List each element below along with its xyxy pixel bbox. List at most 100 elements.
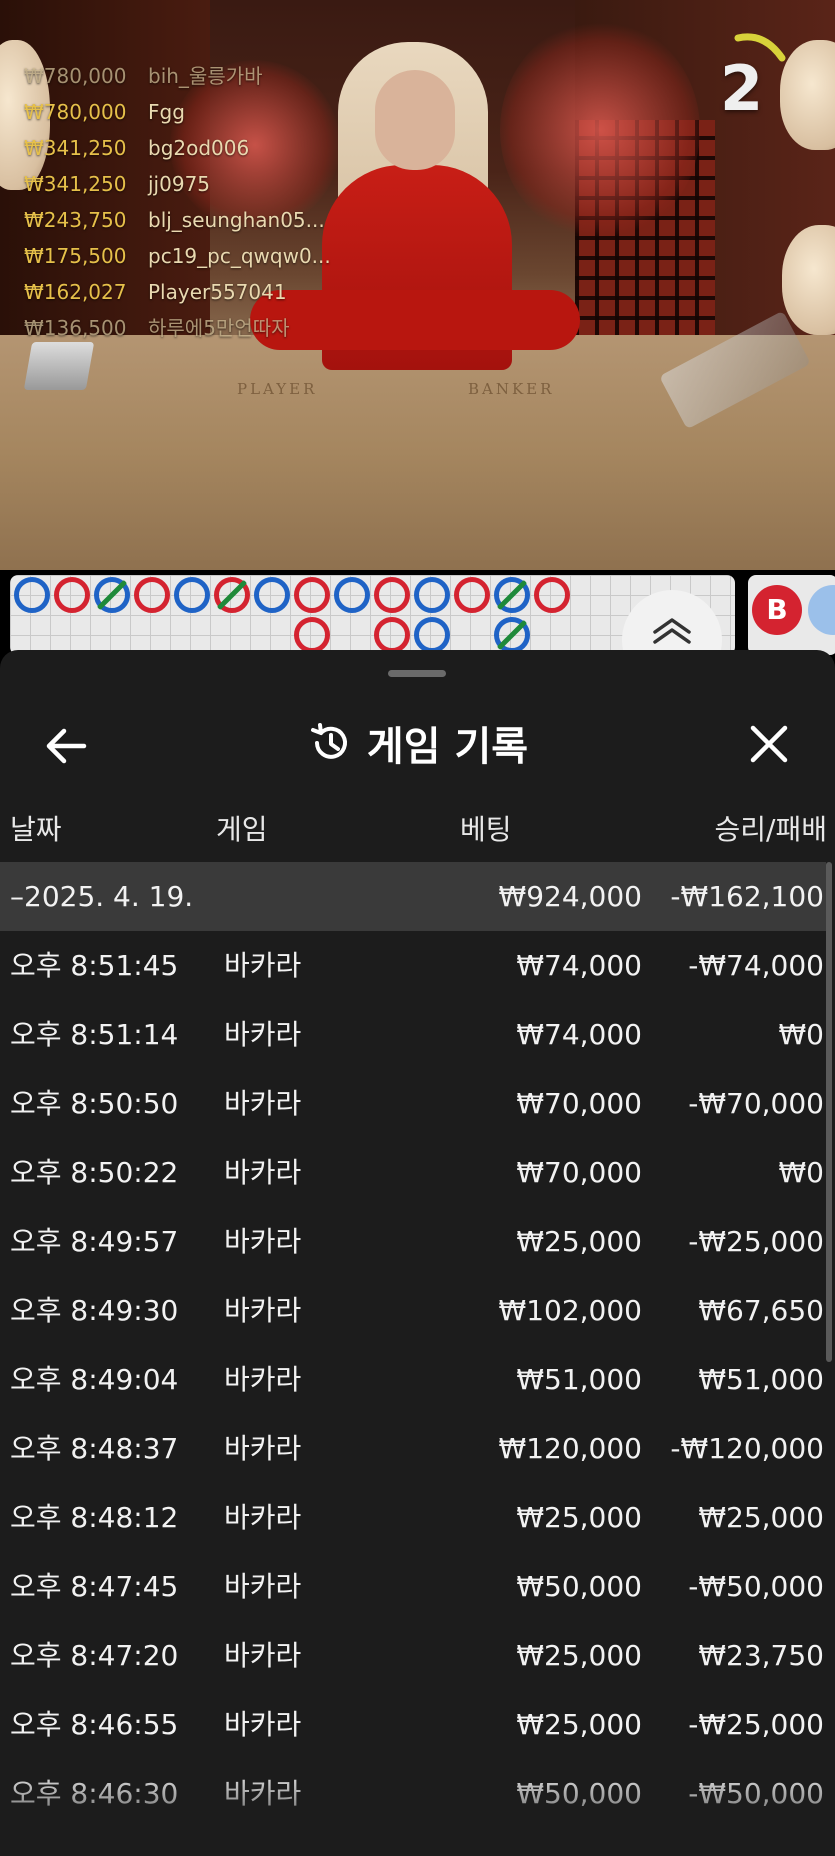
banker-bead — [534, 577, 570, 613]
row-result: -₩50,000 — [688, 1777, 824, 1810]
row-time: 오후 8:48:12 — [10, 1501, 179, 1534]
leaderboard-entry: ₩175,500 pc19_pc_qwqw0... — [24, 238, 331, 274]
history-row[interactable]: 오후 8:51:45 바카라 ₩74,000 -₩74,000 — [0, 931, 826, 1000]
player-bead — [174, 577, 210, 613]
row-bet: ₩25,000 — [516, 1225, 642, 1258]
player-bead — [494, 617, 530, 653]
player-bead — [334, 577, 370, 613]
row-bet: ₩102,000 — [498, 1294, 642, 1327]
game-history-sheet: 게임 기록 날짜 게임 베팅 승리/패배 –2025. 4. 19. ₩924,… — [0, 650, 835, 1856]
scrollbar[interactable] — [826, 862, 832, 1362]
leaderboard-player-name: 하루에5만언따자 — [148, 316, 290, 340]
row-game: 바카라 — [224, 1363, 302, 1396]
history-list[interactable]: –2025. 4. 19. ₩924,000 -₩162,100 오후 8:51… — [0, 862, 835, 1856]
history-row[interactable]: 오후 8:50:22 바카라 ₩70,000 ₩0 — [0, 1138, 826, 1207]
history-row[interactable]: 오후 8:46:55 바카라 ₩25,000 -₩25,000 — [0, 1690, 826, 1759]
row-bet: ₩50,000 — [516, 1570, 642, 1603]
table-header: 날짜 게임 베팅 승리/패배 — [0, 798, 835, 862]
row-result: -₩25,000 — [688, 1708, 824, 1741]
row-time: 오후 8:46:55 — [10, 1708, 179, 1741]
row-bet: ₩74,000 — [516, 1018, 642, 1051]
chevron-up-double-icon — [653, 618, 691, 644]
tie-slash-mark — [496, 579, 528, 611]
row-game: 바카라 — [224, 1639, 302, 1672]
leaderboard-amount: ₩243,750 — [24, 208, 127, 232]
row-game: 바카라 — [224, 1018, 302, 1051]
row-game: 바카라 — [224, 1570, 302, 1603]
history-row[interactable]: 오후 8:47:45 바카라 ₩50,000 -₩50,000 — [0, 1552, 826, 1621]
banker-road-chip[interactable]: B — [752, 585, 802, 635]
history-row[interactable]: 오후 8:49:57 바카라 ₩25,000 -₩25,000 — [0, 1207, 826, 1276]
leaderboard-player-name: Player557041 — [148, 280, 287, 304]
row-bet: ₩70,000 — [516, 1087, 642, 1120]
row-game: 바카라 — [224, 1156, 302, 1189]
blossom-decoration — [500, 20, 700, 240]
history-row[interactable]: 오후 8:48:12 바카라 ₩25,000 ₩25,000 — [0, 1483, 826, 1552]
row-bet: ₩51,000 — [516, 1363, 642, 1396]
leaderboard-amount: ₩780,000 — [24, 64, 127, 88]
row-game: 바카라 — [224, 1501, 302, 1534]
leaderboard-amount: ₩341,250 — [24, 172, 127, 196]
player-bead — [494, 577, 530, 613]
history-row[interactable]: 오후 8:49:04 바카라 ₩51,000 ₩51,000 — [0, 1345, 826, 1414]
row-bet: ₩70,000 — [516, 1156, 642, 1189]
leaderboard-amount: ₩162,027 — [24, 280, 127, 304]
leaderboard-player-name: bg2od006 — [148, 136, 250, 160]
row-game: 바카라 — [224, 1294, 302, 1327]
banker-bead — [374, 617, 410, 653]
row-time: 오후 8:51:14 — [10, 1018, 179, 1051]
row-result: -₩25,000 — [688, 1225, 824, 1258]
history-rows: 오후 8:51:45 바카라 ₩74,000 -₩74,000 오후 8:51:14 바카… — [0, 931, 835, 1828]
player-bead — [414, 617, 450, 653]
table-label-banker: BANKER — [468, 380, 555, 398]
row-game: 바카라 — [224, 1708, 302, 1741]
history-row[interactable]: 오후 8:51:14 바카라 ₩74,000 ₩0 — [0, 1000, 826, 1069]
row-result: ₩51,000 — [698, 1363, 824, 1396]
date-group-row[interactable]: –2025. 4. 19. ₩924,000 -₩162,100 — [0, 862, 826, 931]
leaderboard-entry: ₩136,500 하루에5만언따자 — [24, 310, 331, 346]
history-row[interactable]: 오후 8:48:37 바카라 ₩120,000 -₩120,000 — [0, 1414, 826, 1483]
leaderboard-player-name: jj0975 — [148, 172, 211, 196]
player-bead — [414, 577, 450, 613]
row-game: 바카라 — [224, 1777, 302, 1810]
row-result: ₩25,000 — [698, 1501, 824, 1534]
row-result: -₩120,000 — [670, 1432, 824, 1465]
close-icon — [750, 725, 788, 763]
row-time: 오후 8:49:57 — [10, 1225, 179, 1258]
leaderboard-entry: ₩341,250 bg2od006 — [24, 130, 331, 166]
row-time: 오후 8:49:30 — [10, 1294, 179, 1327]
sheet-header: 게임 기록 — [0, 690, 835, 790]
player-bead — [14, 577, 50, 613]
leaderboard-player-name: blj_seunghan05... — [148, 208, 325, 232]
row-time: 오후 8:47:45 — [10, 1570, 179, 1603]
row-game: 바카라 — [224, 949, 302, 982]
banker-bead — [294, 617, 330, 653]
row-game: 바카라 — [224, 1087, 302, 1120]
row-result: -₩50,000 — [688, 1570, 824, 1603]
history-row[interactable]: 오후 8:46:30 바카라 ₩50,000 -₩50,000 — [0, 1759, 826, 1828]
row-time: 오후 8:48:37 — [10, 1432, 179, 1465]
row-bet: ₩50,000 — [516, 1777, 642, 1810]
column-header-bet: 베팅 — [460, 813, 512, 846]
row-result: ₩23,750 — [698, 1639, 824, 1672]
banker-bead — [54, 577, 90, 613]
sheet-title: 게임 기록 — [366, 724, 529, 770]
leaderboard-amount: ₩175,500 — [24, 244, 127, 268]
row-time: 오후 8:49:04 — [10, 1363, 179, 1396]
history-row[interactable]: 오후 8:50:50 바카라 ₩70,000 -₩70,000 — [0, 1069, 826, 1138]
group-result-total: -₩162,100 — [670, 880, 824, 913]
banker-bead — [454, 577, 490, 613]
leaderboard-amount: ₩780,000 — [24, 100, 127, 124]
history-row[interactable]: 오후 8:49:30 바카라 ₩102,000 ₩67,650 — [0, 1276, 826, 1345]
leaderboard-entry: ₩780,000 bih_울릉가바 — [24, 58, 331, 94]
banker-bead — [134, 577, 170, 613]
table-label-player: PLAYER — [237, 380, 318, 398]
history-row[interactable]: 오후 8:47:20 바카라 ₩25,000 ₩23,750 — [0, 1621, 826, 1690]
close-button[interactable] — [741, 716, 797, 772]
row-result: ₩0 — [778, 1156, 825, 1189]
row-result: ₩0 — [778, 1018, 825, 1051]
player-bead — [254, 577, 290, 613]
leaderboard-player-name: Fgg — [148, 100, 185, 124]
sheet-drag-handle[interactable] — [388, 670, 446, 677]
history-clock-icon — [310, 723, 347, 759]
